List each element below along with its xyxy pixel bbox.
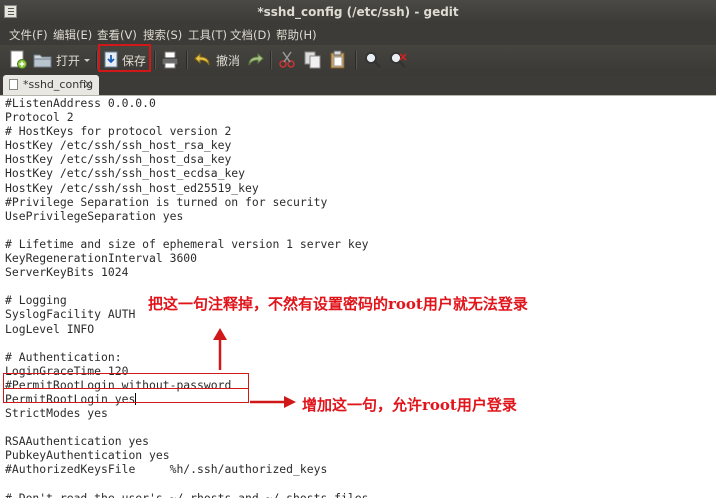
menu-help[interactable]: 帮助(H) — [276, 27, 317, 43]
tab-bar: *sshd_config × — [0, 75, 716, 95]
find-replace-icon — [390, 52, 407, 68]
menu-edit[interactable]: 编辑(E) — [53, 27, 92, 43]
code-line[interactable]: PubkeyAuthentication yes — [5, 448, 368, 462]
code-line[interactable]: # Don't read the user's ~/.rhosts and ~/… — [5, 491, 368, 498]
menu-documents[interactable]: 文档(D) — [230, 27, 271, 43]
code-line[interactable]: LogLevel INFO — [5, 322, 368, 336]
toolbar-separator — [186, 51, 187, 69]
code-line[interactable]: # HostKeys for protocol version 2 — [5, 124, 368, 138]
code-line[interactable]: KeyRegenerationInterval 3600 — [5, 251, 368, 265]
menu-view[interactable]: 查看(V) — [97, 27, 137, 43]
redo-button[interactable] — [245, 48, 265, 72]
redo-icon — [248, 52, 264, 66]
code-line[interactable] — [5, 420, 368, 434]
menu-bar: 文件(F) 编辑(E) 查看(V) 搜索(S) 工具(T) 文档(D) 帮助(H… — [0, 24, 716, 45]
chevron-down-icon — [84, 59, 90, 62]
toolbar-separator — [96, 51, 97, 69]
undo-button[interactable]: 撤消 — [193, 48, 243, 72]
code-line[interactable]: ServerKeyBits 1024 — [5, 265, 368, 279]
code-line[interactable] — [5, 223, 368, 237]
code-line[interactable]: HostKey /etc/ssh/ssh_host_ecdsa_key — [5, 166, 368, 180]
code-line[interactable]: UsePrivilegeSeparation yes — [5, 209, 368, 223]
search-icon — [365, 52, 381, 68]
code-line[interactable] — [5, 336, 368, 350]
copy-icon — [304, 51, 321, 69]
save-highlight-box — [98, 44, 151, 72]
paste-button[interactable] — [328, 48, 348, 72]
window-title: *sshd_config (/etc/ssh) - gedit — [257, 5, 459, 19]
code-line[interactable]: #Privilege Separation is turned on for s… — [5, 195, 368, 209]
find-replace-button[interactable] — [388, 48, 408, 72]
code-line[interactable]: # Lifetime and size of ephemeral version… — [5, 237, 368, 251]
code-line[interactable] — [5, 477, 368, 491]
code-line[interactable]: Protocol 2 — [5, 110, 368, 124]
title-bar: *sshd_config (/etc/ssh) - gedit — [0, 0, 716, 24]
added-line-highlight — [3, 388, 249, 403]
close-tab-icon[interactable]: × — [83, 77, 93, 91]
toolbar-separator — [154, 51, 155, 69]
find-button[interactable] — [363, 48, 383, 72]
undo-label: 撤消 — [216, 54, 241, 68]
code-line[interactable]: RSAAuthentication yes — [5, 434, 368, 448]
code-line[interactable] — [5, 279, 368, 293]
code-line[interactable]: # Authentication: — [5, 350, 368, 364]
printer-icon — [161, 51, 179, 69]
code-line[interactable]: HostKey /etc/ssh/ssh_host_ed25519_key — [5, 181, 368, 195]
copy-button[interactable] — [303, 48, 323, 72]
code-line[interactable]: #AuthorizedKeysFile %h/.ssh/authorized_k… — [5, 462, 368, 476]
cut-button[interactable] — [278, 48, 298, 72]
document-icon — [9, 79, 18, 90]
comment-line-highlight — [3, 373, 249, 389]
code-line[interactable]: HostKey /etc/ssh/ssh_host_rsa_key — [5, 138, 368, 152]
new-document-icon — [10, 50, 27, 69]
undo-icon — [194, 52, 210, 66]
code-line[interactable]: HostKey /etc/ssh/ssh_host_dsa_key — [5, 152, 368, 166]
new-document-button[interactable] — [8, 48, 30, 72]
menu-file[interactable]: 文件(F) — [9, 27, 48, 43]
code-line[interactable]: #ListenAddress 0.0.0.0 — [5, 96, 368, 110]
folder-icon — [33, 54, 52, 68]
comment-annotation: 把这一句注释掉，不然有设置密码的root用户就无法登录 — [148, 295, 528, 313]
add-annotation: 增加这一句，允许root用户登录 — [302, 396, 517, 414]
open-recent-dropdown[interactable] — [82, 48, 94, 72]
scissors-icon — [279, 51, 295, 68]
toolbar-separator — [270, 51, 271, 69]
menu-search[interactable]: 搜索(S) — [143, 27, 182, 43]
open-label: 打开 — [56, 54, 81, 68]
paste-icon — [330, 50, 345, 69]
tab-sshd-config[interactable]: *sshd_config × — [3, 75, 99, 95]
toolbar-separator — [355, 51, 356, 69]
print-button[interactable] — [160, 48, 182, 72]
menu-tools[interactable]: 工具(T) — [188, 27, 227, 43]
